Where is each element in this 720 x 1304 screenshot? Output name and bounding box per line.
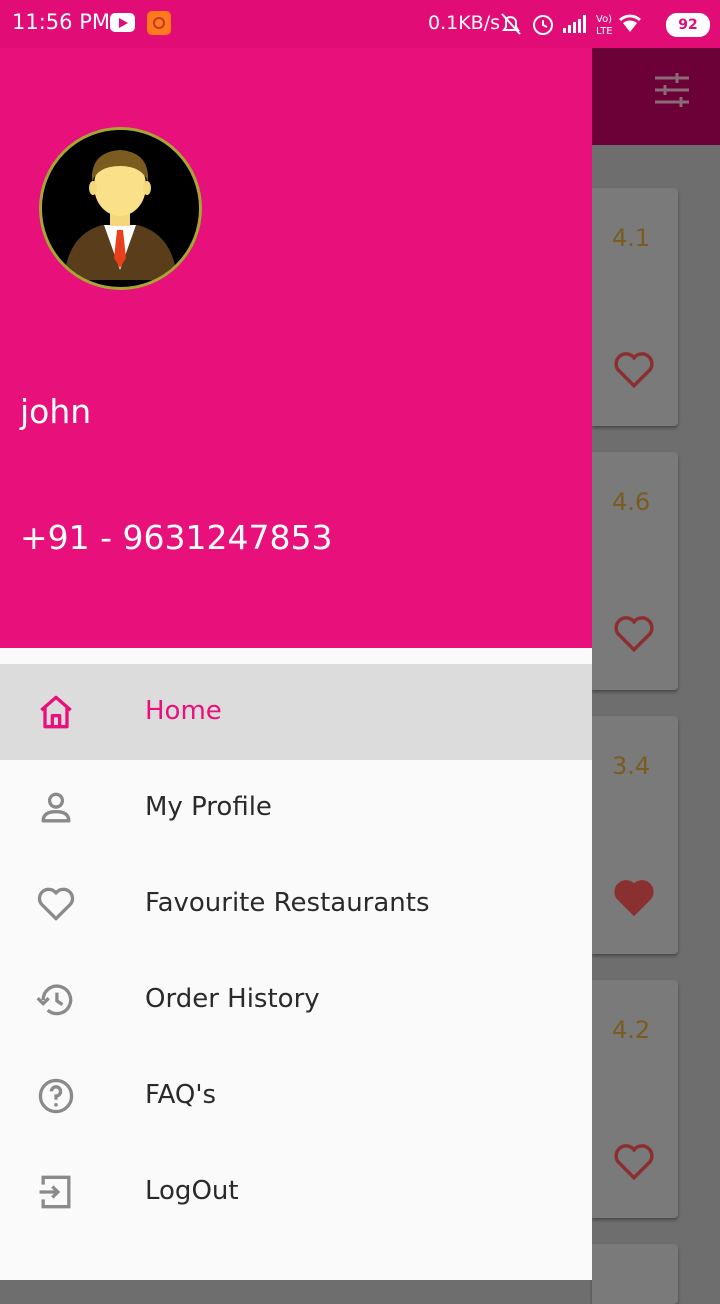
avatar[interactable] [39,127,202,290]
menu-item-order-history[interactable]: Order History [0,952,592,1048]
rating-label: 3.4 [612,752,651,780]
restaurant-card[interactable] [592,1244,678,1304]
help-icon [38,1078,74,1114]
heart-filled-icon[interactable] [613,878,655,918]
menu-item-label: Order History [145,984,320,1014]
menu-item-label: FAQ's [145,1080,217,1110]
battery-indicator: 92 [666,13,710,37]
alarm-icon [533,15,553,35]
logout-icon [39,1175,71,1209]
menu-item-logout[interactable]: LogOut [0,1144,592,1240]
restaurant-card[interactable]: 4.6 [592,452,678,690]
heart-outline-icon[interactable] [613,1142,655,1182]
status-time: 11:56 PM [12,10,110,34]
screen-recorder-icon [147,11,171,35]
heart-outline-icon[interactable] [613,614,655,654]
person-icon [41,792,71,823]
user-name: john [20,392,92,431]
menu-item-label: Favourite Restaurants [145,888,430,918]
menu-item-home[interactable]: Home [0,664,592,760]
user-avatar-icon [42,130,198,286]
menu-item-label: My Profile [145,792,272,822]
filter-icon[interactable] [653,72,691,108]
restaurant-card[interactable]: 4.2 [592,980,678,1218]
menu-item-faqs[interactable]: FAQ's [0,1048,592,1144]
drawer-menu: Home My Profile Favourite Restaurants Or… [0,664,592,1240]
wifi-icon [619,14,641,32]
status-bar: 11:56 PM 0.1KB/s Vo) LTE 92 [0,0,720,48]
rating-label: 4.1 [612,224,651,252]
navigation-drawer: john +91 - 9631247853 Home My Profile Fa… [0,48,592,1280]
rating-label: 4.2 [612,1016,651,1044]
menu-item-favourite-restaurants[interactable]: Favourite Restaurants [0,856,592,952]
drawer-header: john +91 - 9631247853 [0,48,592,648]
signal-icon [563,15,586,33]
bell-off-icon [501,13,521,35]
menu-item-label: Home [145,696,222,726]
restaurant-card[interactable]: 4.1 [592,188,678,426]
menu-item-my-profile[interactable]: My Profile [0,760,592,856]
history-icon [36,984,73,1016]
rating-label: 4.6 [612,488,651,516]
youtube-icon [110,13,135,32]
heart-outline-icon[interactable] [613,350,655,390]
lte-label: LTE [596,26,613,37]
menu-item-label: LogOut [145,1176,239,1206]
network-speed: 0.1KB/s [428,12,501,34]
home-icon [40,695,72,729]
volte-label: Vo) [596,14,612,25]
heart-icon [37,887,75,921]
user-phone: +91 - 9631247853 [20,518,333,557]
restaurant-card[interactable]: 3.4 [592,716,678,954]
status-icons: Vo) LTE [501,13,641,37]
